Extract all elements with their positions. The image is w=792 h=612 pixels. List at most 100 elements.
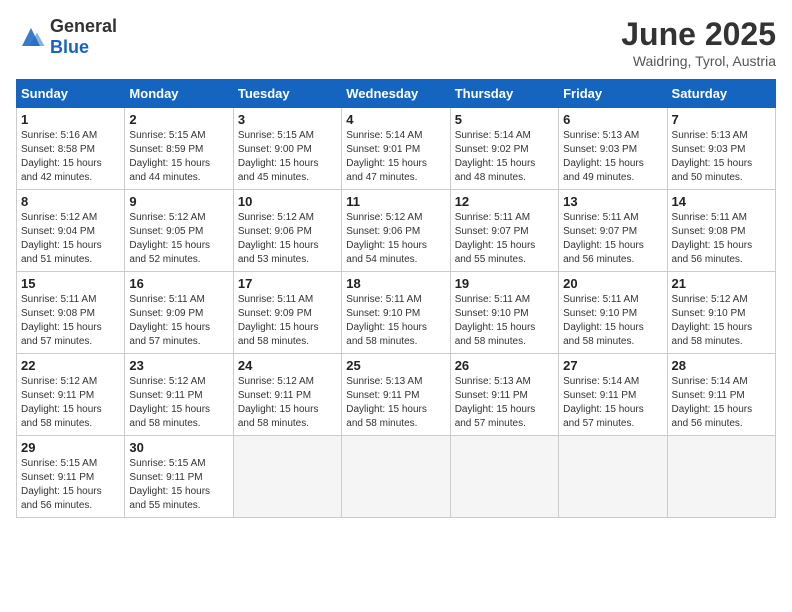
day-number: 14 — [672, 194, 771, 209]
day-info: Sunrise: 5:14 AMSunset: 9:11 PMDaylight:… — [563, 375, 662, 431]
week-row-5: 29 Sunrise: 5:15 AMSunset: 9:11 PMDayligh… — [17, 436, 776, 518]
calendar-cell — [450, 436, 558, 518]
day-info: Sunrise: 5:15 AMSunset: 9:00 PMDaylight:… — [238, 129, 337, 185]
day-number: 19 — [455, 276, 554, 291]
day-info: Sunrise: 5:15 AMSunset: 9:11 PMDaylight:… — [129, 457, 228, 513]
day-info: Sunrise: 5:11 AMSunset: 9:08 PMDaylight:… — [672, 211, 771, 267]
day-info: Sunrise: 5:11 AMSunset: 9:10 PMDaylight:… — [563, 293, 662, 349]
day-info: Sunrise: 5:12 AMSunset: 9:04 PMDaylight:… — [21, 211, 120, 267]
day-number: 21 — [672, 276, 771, 291]
day-number: 30 — [129, 440, 228, 455]
logo-general: General — [50, 16, 117, 36]
day-info: Sunrise: 5:11 AMSunset: 9:08 PMDaylight:… — [21, 293, 120, 349]
day-info: Sunrise: 5:11 AMSunset: 9:10 PMDaylight:… — [346, 293, 445, 349]
day-number: 6 — [563, 112, 662, 127]
calendar-cell: 1 Sunrise: 5:16 AMSunset: 8:58 PMDaylight… — [17, 108, 125, 190]
day-info: Sunrise: 5:11 AMSunset: 9:07 PMDaylight:… — [563, 211, 662, 267]
calendar-cell: 28 Sunrise: 5:14 AMSunset: 9:11 PMDayligh… — [667, 354, 775, 436]
day-info: Sunrise: 5:16 AMSunset: 8:58 PMDaylight:… — [21, 129, 120, 185]
day-number: 5 — [455, 112, 554, 127]
day-info: Sunrise: 5:11 AMSunset: 9:09 PMDaylight:… — [238, 293, 337, 349]
calendar-cell — [233, 436, 341, 518]
calendar-cell: 22 Sunrise: 5:12 AMSunset: 9:11 PMDayligh… — [17, 354, 125, 436]
calendar-table: Sunday Monday Tuesday Wednesday Thursday… — [16, 79, 776, 518]
day-number: 15 — [21, 276, 120, 291]
calendar-cell: 10Sunrise: 5:12 AMSunset: 9:06 PMDayligh… — [233, 190, 341, 272]
day-number: 9 — [129, 194, 228, 209]
day-number: 4 — [346, 112, 445, 127]
day-info: Sunrise: 5:13 AMSunset: 9:11 PMDaylight:… — [346, 375, 445, 431]
week-row-4: 22 Sunrise: 5:12 AMSunset: 9:11 PMDayligh… — [17, 354, 776, 436]
day-number: 29 — [21, 440, 120, 455]
day-number: 2 — [129, 112, 228, 127]
calendar-cell — [559, 436, 667, 518]
calendar-cell: 16 Sunrise: 5:11 AMSunset: 9:09 PMDayligh… — [125, 272, 233, 354]
day-info: Sunrise: 5:14 AMSunset: 9:02 PMDaylight:… — [455, 129, 554, 185]
day-info: Sunrise: 5:12 AMSunset: 9:10 PMDaylight:… — [672, 293, 771, 349]
calendar-cell: 27 Sunrise: 5:14 AMSunset: 9:11 PMDayligh… — [559, 354, 667, 436]
calendar-cell: 19 Sunrise: 5:11 AMSunset: 9:10 PMDayligh… — [450, 272, 558, 354]
day-info: Sunrise: 5:14 AMSunset: 9:01 PMDaylight:… — [346, 129, 445, 185]
calendar-cell: 21 Sunrise: 5:12 AMSunset: 9:10 PMDayligh… — [667, 272, 775, 354]
day-number: 24 — [238, 358, 337, 373]
day-number: 28 — [672, 358, 771, 373]
calendar-cell: 14 Sunrise: 5:11 AMSunset: 9:08 PMDayligh… — [667, 190, 775, 272]
day-number: 16 — [129, 276, 228, 291]
calendar-cell: 24 Sunrise: 5:12 AMSunset: 9:11 PMDayligh… — [233, 354, 341, 436]
calendar-cell — [342, 436, 450, 518]
day-number: 12 — [455, 194, 554, 209]
logo-icon — [16, 25, 46, 49]
day-info: Sunrise: 5:14 AMSunset: 9:11 PMDaylight:… — [672, 375, 771, 431]
calendar-cell: 18 Sunrise: 5:11 AMSunset: 9:10 PMDayligh… — [342, 272, 450, 354]
day-number: 13 — [563, 194, 662, 209]
week-row-1: 1 Sunrise: 5:16 AMSunset: 8:58 PMDaylight… — [17, 108, 776, 190]
logo-text: General Blue — [50, 16, 117, 58]
logo-blue: Blue — [50, 37, 89, 57]
calendar-cell: 8Sunrise: 5:12 AMSunset: 9:04 PMDaylight… — [17, 190, 125, 272]
day-number: 25 — [346, 358, 445, 373]
header-sunday: Sunday — [17, 80, 125, 108]
day-number: 3 — [238, 112, 337, 127]
day-info: Sunrise: 5:11 AMSunset: 9:07 PMDaylight:… — [455, 211, 554, 267]
calendar-cell: 17Sunrise: 5:11 AMSunset: 9:09 PMDayligh… — [233, 272, 341, 354]
header-tuesday: Tuesday — [233, 80, 341, 108]
calendar-cell: 9Sunrise: 5:12 AMSunset: 9:05 PMDaylight… — [125, 190, 233, 272]
day-number: 20 — [563, 276, 662, 291]
calendar-cell: 25 Sunrise: 5:13 AMSunset: 9:11 PMDayligh… — [342, 354, 450, 436]
day-number: 23 — [129, 358, 228, 373]
location-title: Waidring, Tyrol, Austria — [621, 53, 776, 69]
calendar-cell: 5 Sunrise: 5:14 AMSunset: 9:02 PMDaylight… — [450, 108, 558, 190]
day-info: Sunrise: 5:12 AMSunset: 9:11 PMDaylight:… — [21, 375, 120, 431]
day-number: 22 — [21, 358, 120, 373]
week-row-2: 8Sunrise: 5:12 AMSunset: 9:04 PMDaylight… — [17, 190, 776, 272]
day-number: 7 — [672, 112, 771, 127]
day-info: Sunrise: 5:11 AMSunset: 9:09 PMDaylight:… — [129, 293, 228, 349]
day-number: 10 — [238, 194, 337, 209]
weekday-header-row: Sunday Monday Tuesday Wednesday Thursday… — [17, 80, 776, 108]
day-info: Sunrise: 5:12 AMSunset: 9:11 PMDaylight:… — [238, 375, 337, 431]
day-info: Sunrise: 5:12 AMSunset: 9:11 PMDaylight:… — [129, 375, 228, 431]
calendar-cell: 13 Sunrise: 5:11 AMSunset: 9:07 PMDayligh… — [559, 190, 667, 272]
day-number: 27 — [563, 358, 662, 373]
day-info: Sunrise: 5:13 AMSunset: 9:03 PMDaylight:… — [563, 129, 662, 185]
day-info: Sunrise: 5:11 AMSunset: 9:10 PMDaylight:… — [455, 293, 554, 349]
calendar-cell: 12 Sunrise: 5:11 AMSunset: 9:07 PMDayligh… — [450, 190, 558, 272]
calendar-cell: 2Sunrise: 5:15 AMSunset: 8:59 PMDaylight… — [125, 108, 233, 190]
header-thursday: Thursday — [450, 80, 558, 108]
day-number: 11 — [346, 194, 445, 209]
day-info: Sunrise: 5:15 AMSunset: 9:11 PMDaylight:… — [21, 457, 120, 513]
calendar-cell: 26Sunrise: 5:13 AMSunset: 9:11 PMDayligh… — [450, 354, 558, 436]
calendar-cell: 6 Sunrise: 5:13 AMSunset: 9:03 PMDaylight… — [559, 108, 667, 190]
logo: General Blue — [16, 16, 117, 58]
day-info: Sunrise: 5:13 AMSunset: 9:11 PMDaylight:… — [455, 375, 554, 431]
header-wednesday: Wednesday — [342, 80, 450, 108]
day-number: 18 — [346, 276, 445, 291]
day-info: Sunrise: 5:13 AMSunset: 9:03 PMDaylight:… — [672, 129, 771, 185]
day-number: 1 — [21, 112, 120, 127]
page-header: General Blue June 2025 Waidring, Tyrol, … — [16, 16, 776, 69]
calendar-cell: 23 Sunrise: 5:12 AMSunset: 9:11 PMDayligh… — [125, 354, 233, 436]
calendar-cell: 4 Sunrise: 5:14 AMSunset: 9:01 PMDaylight… — [342, 108, 450, 190]
week-row-3: 15 Sunrise: 5:11 AMSunset: 9:08 PMDayligh… — [17, 272, 776, 354]
calendar-cell: 20 Sunrise: 5:11 AMSunset: 9:10 PMDayligh… — [559, 272, 667, 354]
calendar-cell: 7 Sunrise: 5:13 AMSunset: 9:03 PMDaylight… — [667, 108, 775, 190]
